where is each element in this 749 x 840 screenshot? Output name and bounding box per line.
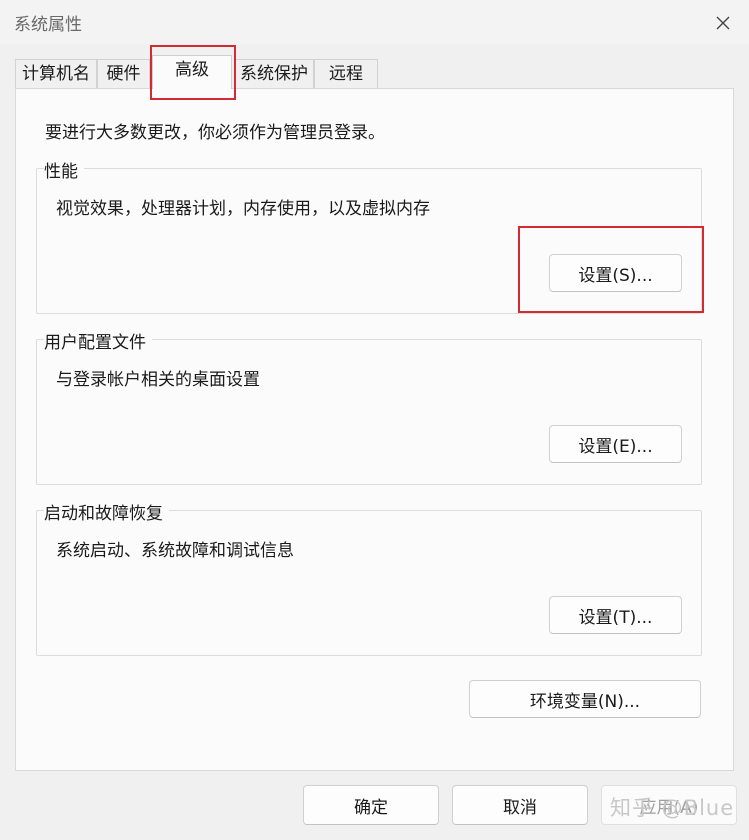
performance-description: 视觉效果，处理器计划，内存使用，以及虚拟内存: [56, 199, 430, 219]
startup-recovery-settings-button[interactable]: 设置(T)...: [549, 596, 682, 634]
tab-system-protection[interactable]: 系统保护: [234, 59, 314, 89]
cancel-button[interactable]: 取消: [452, 785, 588, 825]
performance-title: 性能: [44, 157, 84, 182]
user-profiles-title: 用户配置文件: [44, 328, 152, 353]
close-button[interactable]: [706, 8, 740, 38]
user-profiles-group: [36, 339, 702, 485]
window-title: 系统属性: [14, 15, 82, 35]
tab-hardware[interactable]: 硬件: [97, 59, 150, 89]
apply-button[interactable]: 应用(A): [601, 785, 737, 825]
admin-notice: 要进行大多数更改，你必须作为管理员登录。: [45, 123, 385, 143]
startup-recovery-title: 启动和故障恢复: [44, 499, 169, 524]
title-bar: 系统属性: [0, 0, 749, 44]
performance-group: [36, 168, 702, 314]
startup-recovery-description: 系统启动、系统故障和调试信息: [56, 541, 294, 561]
startup-recovery-group: [36, 510, 702, 656]
tab-remote[interactable]: 远程: [314, 59, 378, 89]
ok-button[interactable]: 确定: [303, 785, 439, 825]
user-profiles-description: 与登录帐户相关的桌面设置: [56, 370, 260, 390]
performance-settings-button[interactable]: 设置(S)...: [549, 254, 682, 292]
user-profiles-settings-button[interactable]: 设置(E)...: [549, 425, 682, 463]
tab-computer-name[interactable]: 计算机名: [15, 59, 97, 89]
environment-variables-button[interactable]: 环境变量(N)...: [469, 680, 701, 718]
tab-advanced[interactable]: 高级: [152, 55, 232, 89]
close-icon: [716, 16, 730, 30]
